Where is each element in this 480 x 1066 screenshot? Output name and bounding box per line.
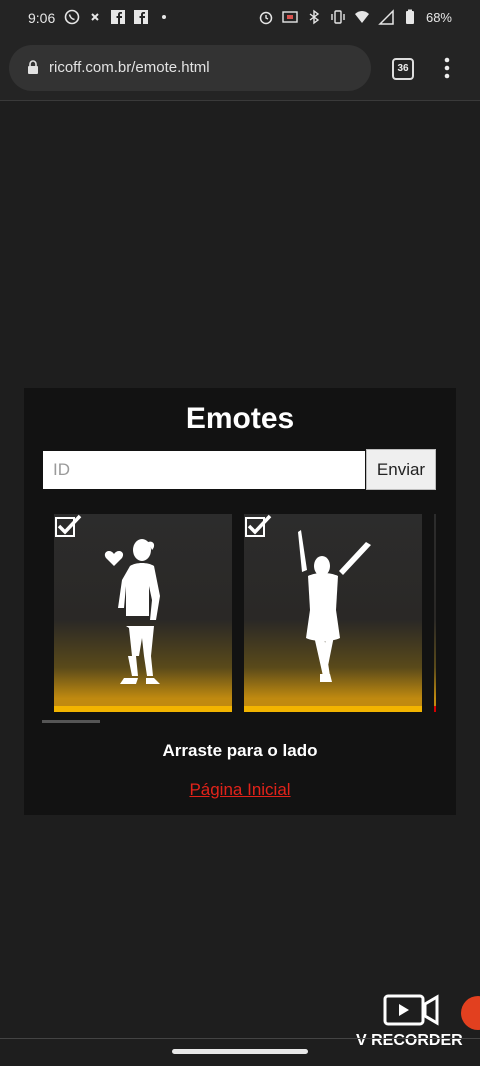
send-button[interactable]: Enviar [366, 449, 436, 490]
bluetooth-icon [309, 9, 320, 25]
battery-percent: 68% [425, 9, 452, 25]
checkmark-icon [55, 514, 82, 537]
cast-icon [282, 11, 298, 23]
emote-card[interactable] [54, 514, 232, 712]
swipe-hint: Arraste para o lado [162, 741, 318, 760]
heart-emote-figure-icon [104, 539, 160, 684]
lock-icon [28, 60, 38, 74]
alarm-icon [259, 11, 273, 25]
video-recorder-icon [383, 994, 439, 1026]
emote-carousel[interactable] [54, 514, 436, 712]
checkmark-icon [245, 514, 272, 537]
more-options-icon[interactable] [440, 56, 454, 80]
recorder-watermark: V RECORDER [350, 990, 474, 1050]
status-bar: 9:06 68% [0, 0, 480, 36]
notification-icons [64, 9, 172, 25]
shazam-icon [91, 13, 99, 21]
address-bar[interactable]: ricoff.com.br/emote.html [9, 45, 371, 91]
emote-panel: Emotes Enviar [24, 388, 456, 815]
nav-divider [0, 1038, 480, 1039]
url-text: ricoff.com.br/emote.html [49, 59, 210, 76]
emote-card-partial[interactable] [434, 514, 436, 712]
home-link[interactable]: Página Inicial [24, 780, 456, 800]
signal-icon [378, 9, 394, 25]
battery-icon [405, 9, 414, 24]
page-title: Emotes [185, 402, 295, 435]
tab-switcher-button[interactable]: 36 [392, 58, 414, 80]
facebook-icon [111, 10, 125, 24]
status-time: 9:06 [28, 10, 56, 26]
whatsapp-icon [64, 9, 80, 25]
id-input[interactable] [43, 451, 365, 489]
wave-emote-figure-icon [298, 530, 371, 682]
system-icons: 68% [258, 9, 452, 25]
more-notifications-dot-icon [162, 15, 166, 19]
wifi-icon [354, 11, 369, 23]
vibrate-icon [331, 10, 345, 24]
facebook-icon-2 [134, 10, 148, 24]
browser-toolbar: ricoff.com.br/emote.html 36 [0, 36, 480, 101]
carousel-scrollbar[interactable] [42, 720, 100, 723]
emote-card[interactable] [244, 514, 422, 712]
recorder-label: V RECORDER [356, 1032, 463, 1049]
home-indicator[interactable] [172, 1049, 308, 1054]
